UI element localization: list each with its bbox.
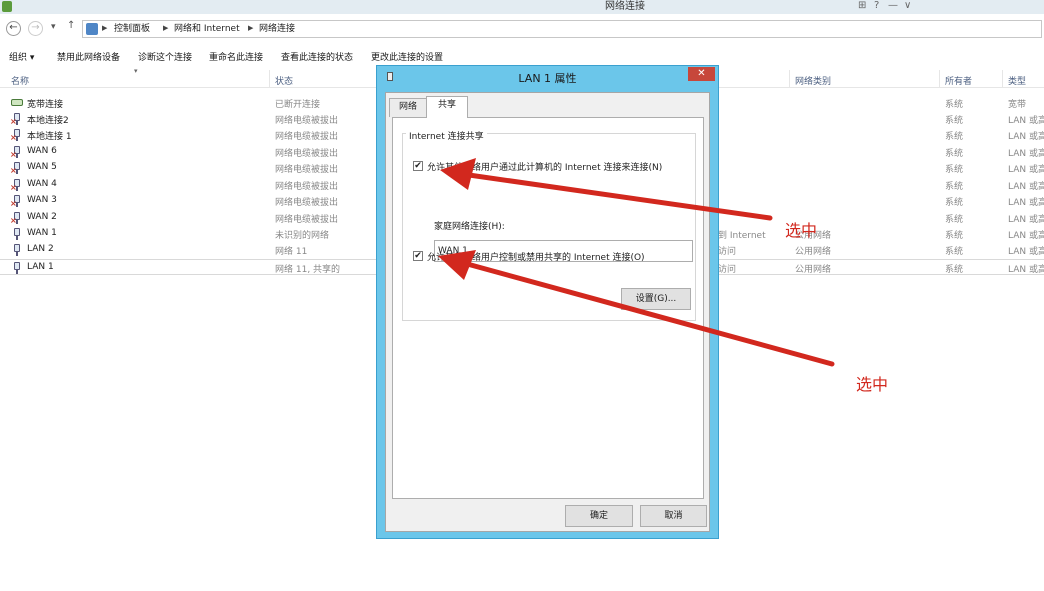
screen: 网络连接 ⊞ ? — ∨ ← → ▾ ↑ ▶ 控制面板 ▶ 网络和 Intern… [0,0,1044,591]
annotation-label: 选中 [785,221,818,240]
annotation-label: 选中 [856,375,889,394]
annotation-arrow-line [459,171,773,221]
annotation-arrows [438,158,835,367]
annotation-arrowhead [440,158,476,190]
tab-sharing[interactable]: 共享 [426,96,468,118]
annotation-arrow-line [457,259,835,367]
